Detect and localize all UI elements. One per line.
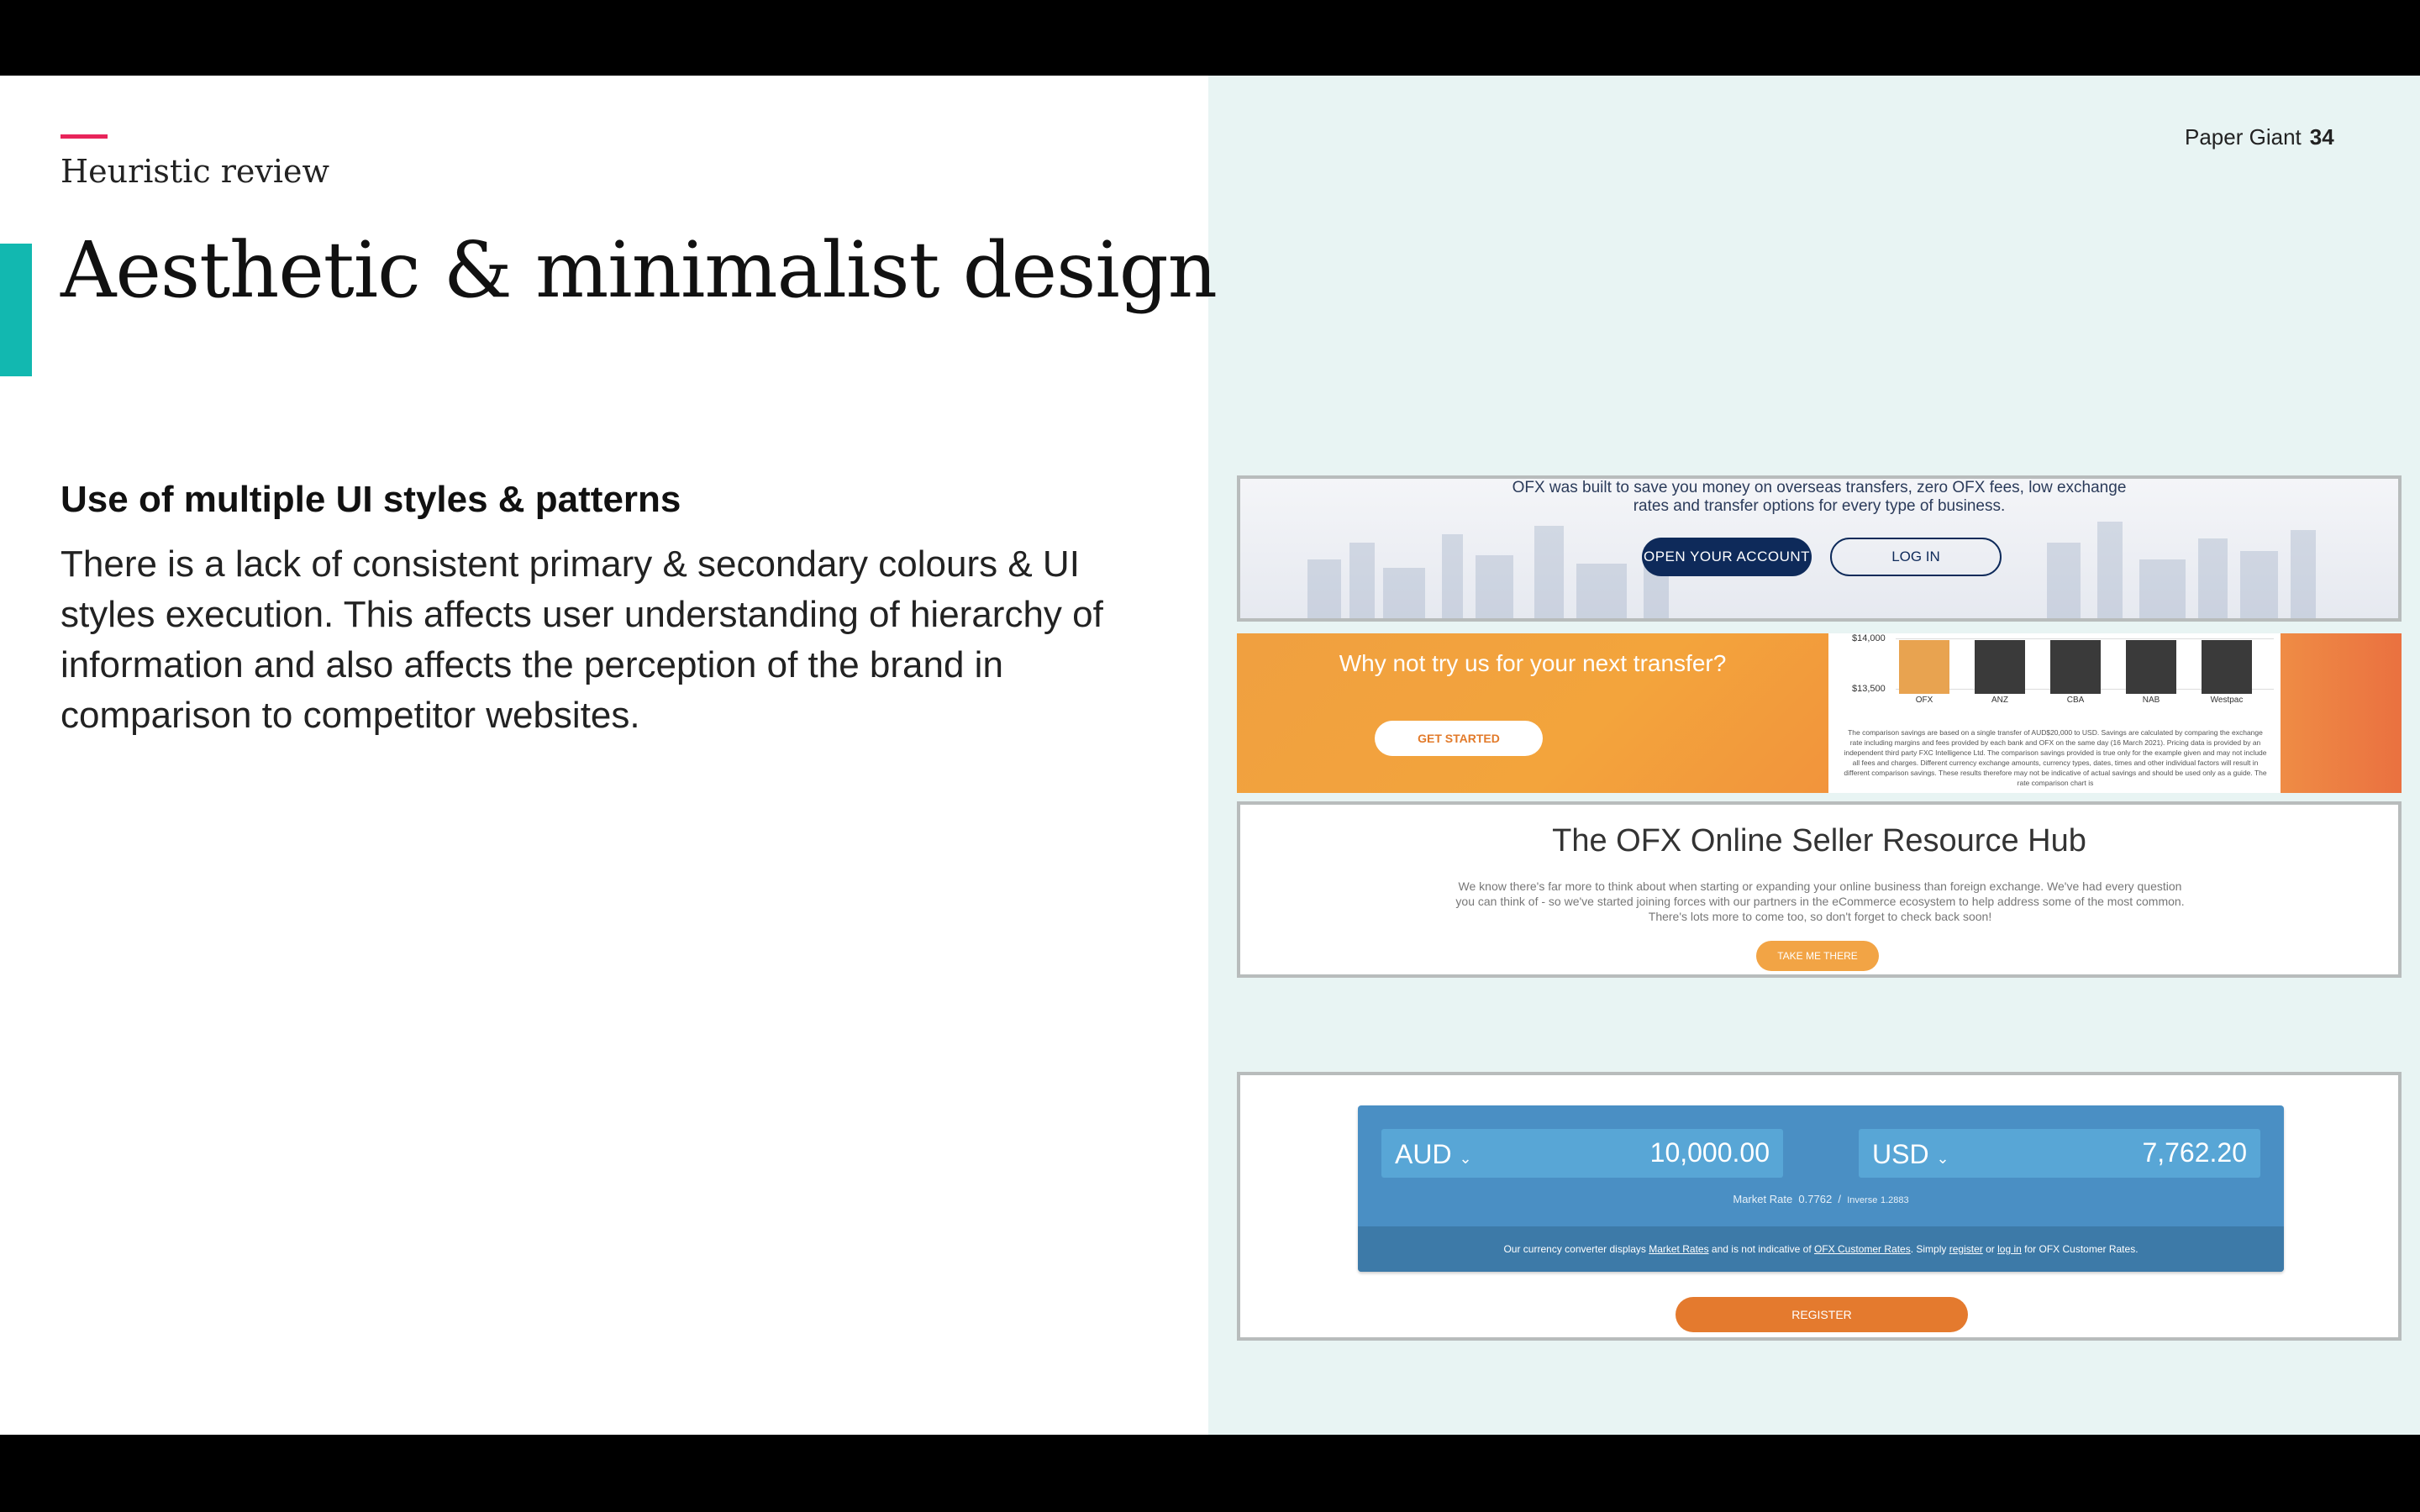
log-in-link[interactable]: log in <box>1997 1243 2022 1255</box>
market-rate-value: 0.7762 <box>1798 1193 1833 1205</box>
screenshot-converter: AUD ⌄ 10,000.00 USD ⌄ 7,762.20 Market Ra… <box>1237 1072 2402 1341</box>
screenshot-promo: Why not try us for your next transfer? G… <box>1237 633 2402 793</box>
subheading: Use of multiple UI styles & patterns <box>60 479 681 520</box>
rate-readout: Market Rate 0.7762 / Inverse 1.2883 <box>1733 1193 1909 1205</box>
letterbox-bottom <box>0 1435 2420 1512</box>
chart-tick-label: $13,500 <box>1852 684 1886 694</box>
brand-name: Paper Giant <box>2185 124 2302 150</box>
footer-text: for OFX Customer Rates. <box>2024 1243 2139 1255</box>
currency-converter: AUD ⌄ 10,000.00 USD ⌄ 7,762.20 Market Ra… <box>1358 1105 2284 1272</box>
from-amount-input[interactable]: 10,000.00 <box>1650 1137 1770 1168</box>
chart-category-label: CBA <box>2066 696 2085 705</box>
footer-text: Our currency converter displays <box>1503 1243 1646 1255</box>
from-currency-code: AUD <box>1395 1139 1452 1169</box>
body-text: There is a lack of consistent primary & … <box>60 543 1103 736</box>
to-amount-input[interactable]: 7,762.20 <box>2142 1137 2247 1168</box>
chart-category-label: ANZ <box>1991 696 2008 705</box>
take-me-there-button[interactable]: TAKE ME THERE <box>1756 941 1879 971</box>
accent-dash <box>60 134 108 139</box>
chart-bar-anz <box>1975 640 2025 694</box>
footer-text: or <box>1986 1243 1995 1255</box>
to-currency-code: USD <box>1872 1139 1929 1169</box>
promo-cta-text: Why not try us for your next transfer? <box>1339 650 1727 676</box>
promo-edge-banner <box>2281 633 2402 793</box>
from-currency-field[interactable]: AUD ⌄ 10,000.00 <box>1381 1129 1783 1178</box>
market-rate-label: Market Rate <box>1733 1193 1793 1205</box>
chart-category-label: OFX <box>1915 696 1933 705</box>
converter-footer: Our currency converter displays Market R… <box>1358 1226 2284 1272</box>
hero-intro-text: OFX was built to save you money on overs… <box>1512 479 2127 515</box>
chart-bar-cba <box>2050 640 2101 694</box>
to-currency-field[interactable]: USD ⌄ 7,762.20 <box>1859 1129 2260 1178</box>
accent-tab <box>0 244 32 376</box>
page-footer: Paper Giant 34 <box>2185 124 2334 150</box>
customer-rates-link[interactable]: OFX Customer Rates <box>1814 1243 1911 1255</box>
section-label: Heuristic review <box>60 153 329 190</box>
chart-gridline <box>1896 638 2274 639</box>
chart-bar-nab <box>2126 640 2176 694</box>
chart-category-label: Westpac <box>2210 696 2244 705</box>
chevron-down-icon: ⌄ <box>1936 1150 1949 1167</box>
savings-chart: $14,000 $13,500 OFX ANZ CBA NAB Westpac … <box>1828 633 2281 793</box>
to-currency-select[interactable]: USD ⌄ <box>1872 1139 1949 1170</box>
inverse-rate-label: Inverse <box>1847 1195 1878 1205</box>
chevron-down-icon: ⌄ <box>1459 1150 1472 1167</box>
get-started-button[interactable]: GET STARTED <box>1375 721 1543 756</box>
chart-bar-westpac <box>2202 640 2252 694</box>
skyline-image <box>1307 522 2316 618</box>
from-currency-select[interactable]: AUD ⌄ <box>1395 1139 1472 1170</box>
chart-tick-label: $14,000 <box>1852 633 1886 643</box>
chart-bar-ofx <box>1899 640 1949 694</box>
market-rates-link[interactable]: Market Rates <box>1649 1243 1708 1255</box>
page-number: 34 <box>2309 124 2334 150</box>
open-account-button[interactable]: OPEN YOUR ACCOUNT <box>1642 538 1812 576</box>
register-button[interactable]: REGISTER <box>1676 1297 1968 1332</box>
chart-disclaimer: The comparison savings are based on a si… <box>1844 728 2267 787</box>
register-link[interactable]: register <box>1949 1243 1983 1255</box>
hub-description: We know there's far more to think about … <box>1455 879 2185 923</box>
inverse-rate-value: 1.2883 <box>1880 1195 1909 1205</box>
screenshot-resource-hub: The OFX Online Seller Resource Hub We kn… <box>1237 801 2402 978</box>
footer-text: . Simply <box>1910 1243 1947 1255</box>
hub-title: The OFX Online Seller Resource Hub <box>1552 823 2086 858</box>
page-title: Aesthetic & minimalist design <box>60 225 1218 315</box>
chart-category-label: NAB <box>2142 696 2160 705</box>
letterbox-top <box>0 0 2420 76</box>
footer-text: and is not indicative of <box>1711 1243 1812 1255</box>
screenshot-hero: OFX was built to save you money on overs… <box>1237 475 2402 622</box>
slide: Heuristic review Aesthetic & minimalist … <box>0 76 2420 1435</box>
log-in-button[interactable]: LOG IN <box>1830 538 2002 576</box>
